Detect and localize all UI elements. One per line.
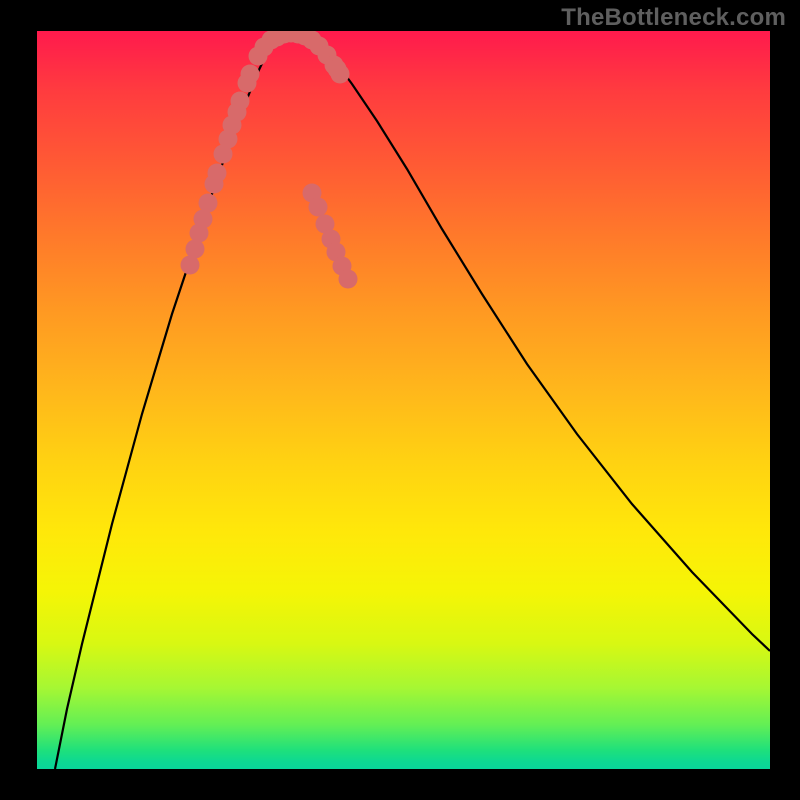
bottleneck-curve	[55, 34, 770, 769]
marker-dot	[309, 198, 328, 217]
marker-dot	[339, 270, 358, 289]
marker-dot	[186, 240, 205, 259]
marker-dot	[231, 92, 250, 111]
marker-dot	[241, 65, 260, 84]
marker-dot	[208, 164, 227, 183]
watermark-text: TheBottleneck.com	[561, 4, 786, 32]
chart-frame: TheBottleneck.com	[0, 0, 800, 800]
plot-area	[37, 31, 770, 769]
chart-overlay	[37, 31, 770, 769]
marker-dot	[199, 194, 218, 213]
marker-dot	[328, 60, 347, 79]
markers-group	[181, 31, 358, 289]
